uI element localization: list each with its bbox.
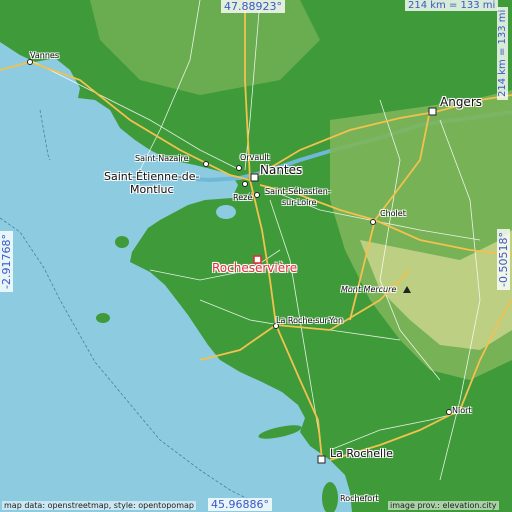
- label-cholet: Cholet: [380, 209, 406, 218]
- lat-bottom-readout: 45.96886°: [208, 498, 272, 511]
- marker-angers: [428, 107, 437, 116]
- label-rochefort: Rochefort: [340, 494, 379, 503]
- label-niort: Niort: [452, 406, 472, 415]
- label-angers: Angers: [440, 95, 482, 109]
- island-noirmoutier: [115, 236, 129, 248]
- marker-saint-nazaire: [203, 161, 209, 167]
- marker-la-rochelle: [317, 455, 326, 464]
- marker-saint-etienne: [242, 181, 248, 187]
- label-saint-sebastien-line2: sur-Loire: [282, 198, 317, 207]
- marker-nantes: [250, 173, 259, 182]
- lon-left-readout: -2.91768°: [0, 231, 13, 292]
- credit-right: image prov.: elevation.city: [388, 501, 499, 510]
- lon-right-readout: -0.50518°: [497, 229, 510, 290]
- marker-cholet: [370, 219, 376, 225]
- marker-vannes: [27, 59, 33, 65]
- marker-reze: [254, 192, 260, 198]
- map-view[interactable]: Vannes Angers Saint-Nazaire Orvault Nant…: [0, 0, 512, 512]
- label-nantes: Nantes: [260, 163, 303, 177]
- scale-right-readout: 214 km = 133 mi: [497, 6, 508, 100]
- label-saint-sebastien-line1: Saint-Sébastien-: [265, 187, 331, 196]
- label-mont-mercure: Mont Mercure: [341, 285, 397, 294]
- label-reze: Rezé: [233, 193, 253, 202]
- credit-left: map data: openstreetmap, style: opentopo…: [2, 501, 196, 510]
- map-base: [0, 0, 512, 512]
- label-rocheserviere: Rocheservière: [212, 261, 298, 275]
- label-la-rochelle: La Rochelle: [330, 447, 393, 460]
- lat-top-readout: 47.88923°: [221, 0, 285, 13]
- island-yeu: [96, 313, 110, 323]
- label-saint-nazaire: Saint-Nazaire: [135, 154, 189, 163]
- label-vannes: Vannes: [30, 51, 59, 60]
- marker-orvault: [236, 165, 242, 171]
- grand-lieu-lake: [216, 205, 236, 219]
- marker-niort: [446, 409, 452, 415]
- label-orvault: Orvault: [240, 153, 270, 162]
- scale-top-readout: 214 km = 133 mi: [405, 0, 499, 11]
- label-la-roche-sur-yon: La Roche-sur-Yon: [276, 316, 344, 325]
- label-saint-etienne-line2: Montluc: [130, 183, 174, 196]
- label-saint-etienne-line1: Saint-Étienne-de-: [104, 170, 200, 183]
